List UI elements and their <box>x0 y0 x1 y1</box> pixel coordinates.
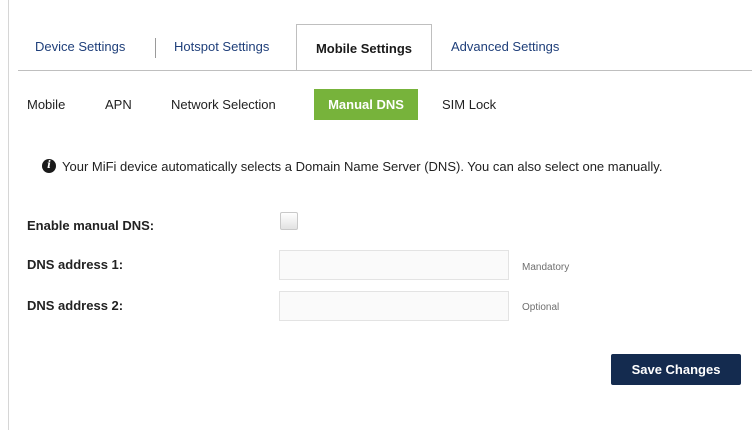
tab-device-settings[interactable]: Device Settings <box>35 24 125 70</box>
dns-address-2-input[interactable] <box>279 291 509 321</box>
enable-manual-dns-checkbox[interactable] <box>280 212 298 230</box>
tab-mobile-settings[interactable]: Mobile Settings <box>296 24 432 71</box>
tab-advanced-settings[interactable]: Advanced Settings <box>451 24 559 70</box>
subtab-manual-dns[interactable]: Manual DNS <box>314 89 418 120</box>
main-tab-bar: Device Settings Hotspot Settings Mobile … <box>18 24 752 71</box>
subtab-sim-lock[interactable]: SIM Lock <box>442 89 496 120</box>
dns-address-2-hint: Optional <box>522 302 560 313</box>
info-message: Your MiFi device automatically selects a… <box>62 159 663 174</box>
dns-address-1-input[interactable] <box>279 250 509 280</box>
info-icon: i <box>42 159 56 173</box>
tab-divider <box>155 38 156 58</box>
subtab-apn[interactable]: APN <box>105 89 132 120</box>
tab-hotspot-settings[interactable]: Hotspot Settings <box>174 24 269 70</box>
dns-address-2-label: DNS address 2: <box>27 298 124 313</box>
save-changes-button[interactable]: Save Changes <box>611 354 741 385</box>
dns-address-1-label: DNS address 1: <box>27 257 124 272</box>
enable-manual-dns-label: Enable manual DNS: <box>27 218 155 233</box>
subtab-network-selection[interactable]: Network Selection <box>171 89 276 120</box>
dns-address-1-hint: Mandatory <box>522 262 570 273</box>
panel-left-border <box>8 0 9 430</box>
subtab-mobile[interactable]: Mobile <box>27 89 65 120</box>
settings-panel: Device Settings Hotspot Settings Mobile … <box>0 0 752 430</box>
main-tab-baseline <box>18 70 752 71</box>
